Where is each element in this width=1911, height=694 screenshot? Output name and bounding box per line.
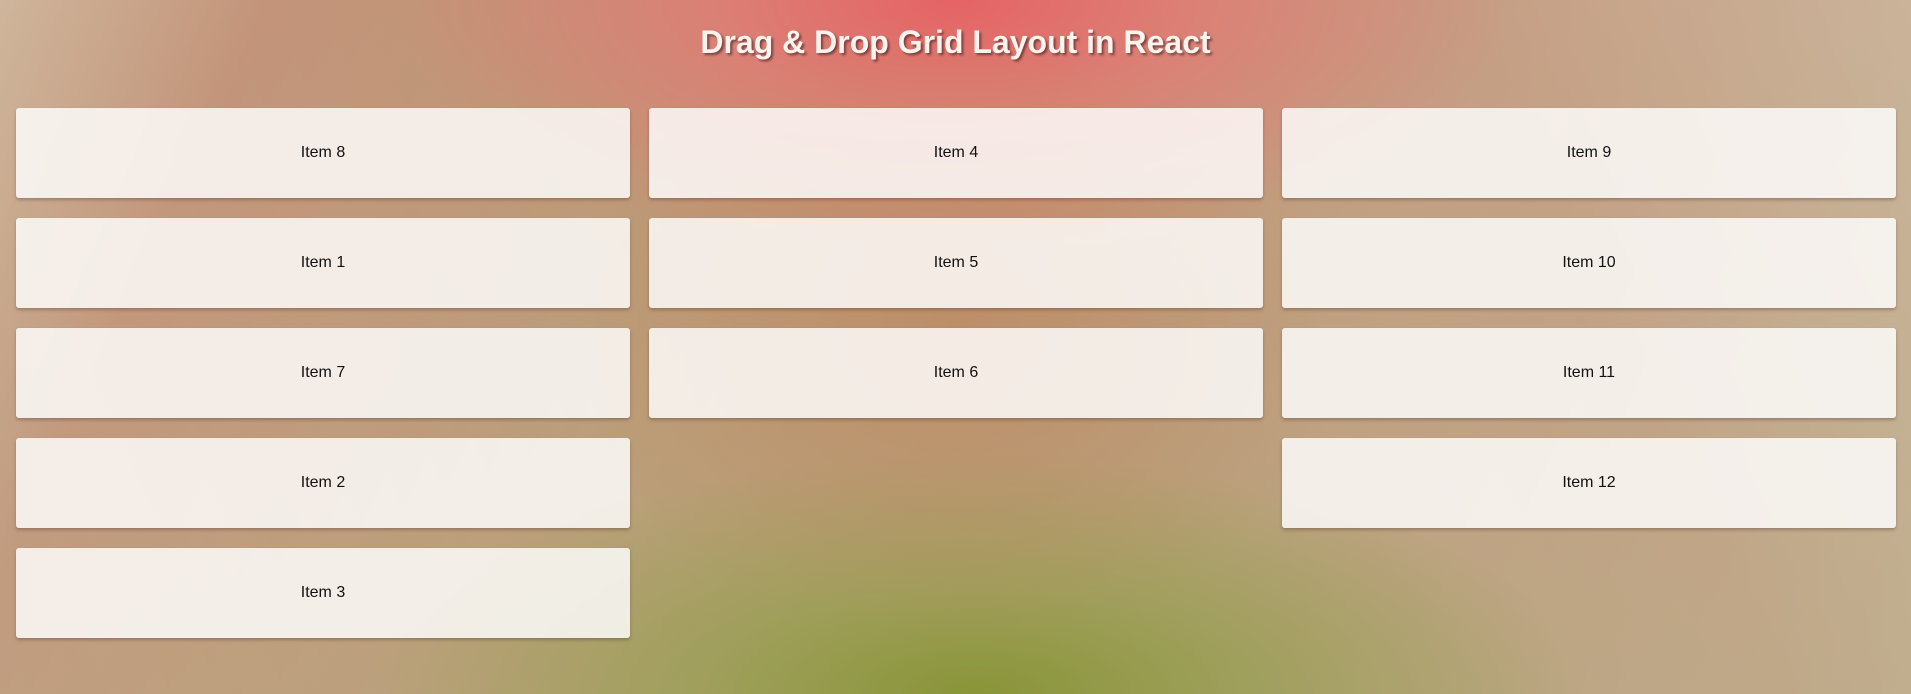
item-label: Item 12	[1562, 474, 1616, 491]
grid-column-3: Item 9 Item 10 Item 11 Item 12	[1282, 108, 1896, 638]
item-label: Item 6	[933, 364, 979, 381]
item-label: Item 11	[1562, 364, 1616, 381]
item-label: Item 7	[300, 364, 346, 381]
draggable-item-card[interactable]: Item 8	[16, 108, 630, 198]
drag-drop-grid: Item 8 Item 1 Item 7 Item 2 Item 3 Item …	[16, 108, 1896, 638]
item-label: Item 10	[1562, 254, 1616, 271]
grid-column-2: Item 4 Item 5 Item 6	[649, 108, 1263, 638]
item-label: Item 9	[1566, 144, 1612, 161]
draggable-item-card[interactable]: Item 2	[16, 438, 630, 528]
draggable-item-card[interactable]: Item 12	[1282, 438, 1896, 528]
draggable-item-card[interactable]: Item 3	[16, 548, 630, 638]
item-label: Item 2	[300, 474, 346, 491]
draggable-item-card[interactable]: Item 7	[16, 328, 630, 418]
draggable-item-card[interactable]: Item 1	[16, 218, 630, 308]
grid-column-1: Item 8 Item 1 Item 7 Item 2 Item 3	[16, 108, 630, 638]
draggable-item-card[interactable]: Item 9	[1282, 108, 1896, 198]
item-label: Item 8	[300, 144, 346, 161]
draggable-item-card[interactable]: Item 10	[1282, 218, 1896, 308]
draggable-item-card[interactable]: Item 11	[1282, 328, 1896, 418]
item-label: Item 4	[933, 144, 979, 161]
draggable-item-card[interactable]: Item 4	[649, 108, 1263, 198]
page-title: Drag & Drop Grid Layout in React	[700, 24, 1211, 60]
item-label: Item 1	[300, 254, 346, 271]
draggable-item-card[interactable]: Item 6	[649, 328, 1263, 418]
item-label: Item 3	[300, 584, 346, 601]
item-label: Item 5	[933, 254, 979, 271]
draggable-item-card[interactable]: Item 5	[649, 218, 1263, 308]
